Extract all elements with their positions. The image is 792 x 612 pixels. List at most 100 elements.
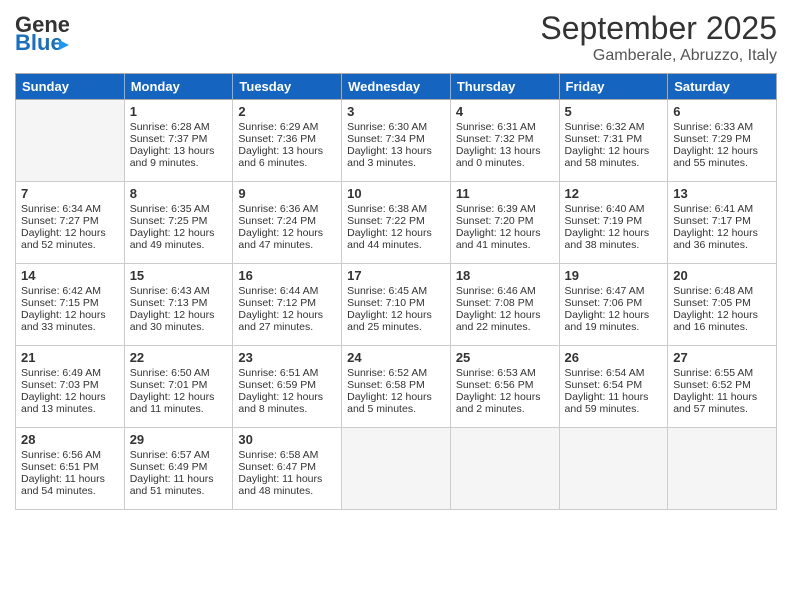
day-info: and 33 minutes. [21,321,119,333]
day-info: Sunset: 6:59 PM [238,379,336,391]
week-row-1: 1 Sunrise: 6:28 AMSunset: 7:37 PM Daylight… [16,100,777,182]
day-info: and 25 minutes. [347,321,445,333]
day-info: and 30 minutes. [130,321,228,333]
day-info: Daylight: 12 hours [21,227,119,239]
day-info: Daylight: 12 hours [673,145,771,157]
day-info: Daylight: 13 hours [456,145,554,157]
day-info: Daylight: 11 hours [130,473,228,485]
table-row [16,100,125,182]
day-info: Daylight: 12 hours [238,227,336,239]
day-info: Sunset: 7:17 PM [673,215,771,227]
day-info: and 13 minutes. [21,403,119,415]
day-info: and 5 minutes. [347,403,445,415]
day-number: 1 [130,104,228,119]
day-info: Sunset: 7:05 PM [673,297,771,309]
day-info: Sunset: 6:47 PM [238,461,336,473]
table-row: 24Sunrise: 6:52 AMSunset: 6:58 PMDayligh… [342,346,451,428]
day-number: 23 [238,350,336,365]
table-row: 16Sunrise: 6:44 AMSunset: 7:12 PMDayligh… [233,264,342,346]
day-info: Sunset: 7:08 PM [456,297,554,309]
day-info: and 51 minutes. [130,485,228,497]
day-info: Daylight: 12 hours [21,309,119,321]
table-row: 26Sunrise: 6:54 AMSunset: 6:54 PMDayligh… [559,346,668,428]
table-row: 13Sunrise: 6:41 AMSunset: 7:17 PMDayligh… [668,182,777,264]
day-number: 20 [673,268,771,283]
day-info: Daylight: 13 hours [347,145,445,157]
day-info: and 27 minutes. [238,321,336,333]
day-info: and 59 minutes. [565,403,663,415]
day-info: and 2 minutes. [456,403,554,415]
table-row: 23Sunrise: 6:51 AMSunset: 6:59 PMDayligh… [233,346,342,428]
svg-text:Blue: Blue [15,30,63,54]
day-number: 14 [21,268,119,283]
day-info: and 19 minutes. [565,321,663,333]
day-info: Daylight: 12 hours [238,309,336,321]
header-tuesday: Tuesday [233,74,342,100]
day-info: Daylight: 12 hours [673,309,771,321]
day-number: 5 [565,104,663,119]
logo-icon: General Blue [15,10,69,54]
day-info: Daylight: 12 hours [673,227,771,239]
day-info: Daylight: 12 hours [565,227,663,239]
table-row: 9Sunrise: 6:36 AMSunset: 7:24 PMDaylight… [233,182,342,264]
day-number: 8 [130,186,228,201]
week-row-3: 14Sunrise: 6:42 AMSunset: 7:15 PMDayligh… [16,264,777,346]
day-info: Sunrise: 6:50 AM [130,367,228,379]
day-info: Sunset: 6:49 PM [130,461,228,473]
header-wednesday: Wednesday [342,74,451,100]
day-info: Sunrise: 6:31 AM [456,121,554,133]
day-info: Sunrise: 6:28 AM [130,121,228,133]
day-info: and 57 minutes. [673,403,771,415]
day-info: and 52 minutes. [21,239,119,251]
day-number: 15 [130,268,228,283]
day-info: Daylight: 11 hours [21,473,119,485]
day-info: Sunrise: 6:40 AM [565,203,663,215]
table-row [668,428,777,510]
day-info: Sunset: 7:37 PM [130,133,228,145]
day-number: 6 [673,104,771,119]
day-info: and 47 minutes. [238,239,336,251]
day-info: and 22 minutes. [456,321,554,333]
day-info: and 54 minutes. [21,485,119,497]
header-sunday: Sunday [16,74,125,100]
day-number: 11 [456,186,554,201]
table-row: 7Sunrise: 6:34 AMSunset: 7:27 PMDaylight… [16,182,125,264]
day-info: Sunrise: 6:29 AM [238,121,336,133]
day-info: Sunrise: 6:38 AM [347,203,445,215]
day-number: 17 [347,268,445,283]
table-row: 17Sunrise: 6:45 AMSunset: 7:10 PMDayligh… [342,264,451,346]
table-row: 10 Sunrise: 6:38 AMSunset: 7:22 PMDayligh… [342,182,451,264]
header-saturday: Saturday [668,74,777,100]
day-number: 19 [565,268,663,283]
day-number: 7 [21,186,119,201]
day-info: Sunrise: 6:42 AM [21,285,119,297]
day-number: 2 [238,104,336,119]
day-number: 27 [673,350,771,365]
day-info: Sunset: 7:29 PM [673,133,771,145]
day-info: Sunset: 7:22 PM [347,215,445,227]
table-row: 12Sunrise: 6:40 AMSunset: 7:19 PMDayligh… [559,182,668,264]
day-info: Sunset: 7:34 PM [347,133,445,145]
day-info: Sunset: 6:51 PM [21,461,119,473]
day-info: Sunset: 7:10 PM [347,297,445,309]
table-row [342,428,451,510]
table-row: 1Sunrise: 6:28 AMSunset: 7:37 PMDaylight… [124,100,233,182]
day-info: and 6 minutes. [238,157,336,169]
day-info: Sunrise: 6:39 AM [456,203,554,215]
header-monday: Monday [124,74,233,100]
day-number: 10 [347,186,445,201]
week-row-5: 28Sunrise: 6:56 AMSunset: 6:51 PMDayligh… [16,428,777,510]
day-info: Sunset: 7:03 PM [21,379,119,391]
day-info: Sunset: 7:01 PM [130,379,228,391]
table-row: 27Sunrise: 6:55 AMSunset: 6:52 PMDayligh… [668,346,777,428]
day-info: Daylight: 12 hours [238,391,336,403]
day-info: Sunrise: 6:43 AM [130,285,228,297]
day-info: Daylight: 12 hours [565,309,663,321]
table-row: 20Sunrise: 6:48 AMSunset: 7:05 PMDayligh… [668,264,777,346]
location-subtitle: Gamberale, Abruzzo, Italy [540,47,777,65]
day-info: Sunrise: 6:56 AM [21,449,119,461]
day-info: and 8 minutes. [238,403,336,415]
table-row: 4Sunrise: 6:31 AMSunset: 7:32 PMDaylight… [450,100,559,182]
day-info: Daylight: 12 hours [347,227,445,239]
day-info: and 38 minutes. [565,239,663,251]
